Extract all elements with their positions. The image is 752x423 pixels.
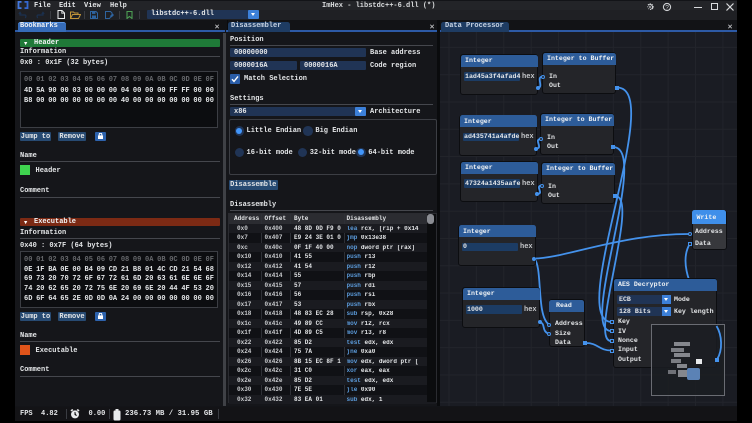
svg-text:?: ?	[665, 4, 669, 11]
